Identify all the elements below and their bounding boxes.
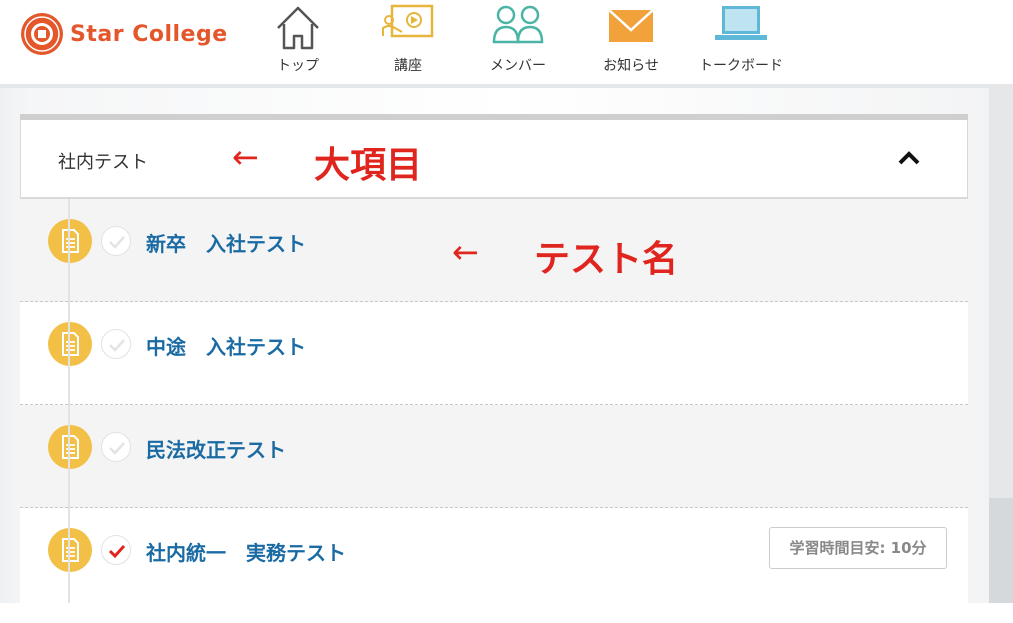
check-icon-completed xyxy=(101,535,131,565)
check-icon xyxy=(101,329,131,359)
nav-label: トップ xyxy=(277,58,319,74)
nav-label: トークボード xyxy=(699,58,783,74)
annotation-arrow: ← xyxy=(452,233,479,271)
test-title-link[interactable]: 民法改正テスト xyxy=(146,434,286,463)
nav-label: お知らせ xyxy=(603,58,659,74)
nav-item-members[interactable]: メンバー xyxy=(463,0,573,84)
check-icon xyxy=(101,226,131,256)
timeline-line xyxy=(68,199,70,603)
document-icon xyxy=(48,425,92,469)
logo-seal-icon xyxy=(21,13,63,55)
list-item[interactable]: 新卒 入社テスト xyxy=(20,199,968,302)
home-icon xyxy=(277,6,319,50)
nav-label: 講座 xyxy=(394,58,422,74)
header-divider xyxy=(0,84,1000,88)
document-icon xyxy=(48,322,92,366)
check-icon xyxy=(101,432,131,462)
annotation-label: テスト名 xyxy=(534,239,679,280)
list-item[interactable]: 社内統一 実務テスト 学習時間目安: 10分 xyxy=(20,508,968,603)
section-title: 社内テスト xyxy=(58,152,148,173)
bottom-margin xyxy=(0,603,1013,623)
test-title-link[interactable]: 中途 入社テスト xyxy=(146,331,306,360)
nav-item-talkboard[interactable]: トークボード xyxy=(686,0,796,84)
logo[interactable]: Star College xyxy=(20,12,228,56)
logo-text: Star College xyxy=(70,21,228,47)
annotation-label: 大項目 xyxy=(314,145,423,186)
presentation-board-icon xyxy=(382,4,434,38)
envelope-icon xyxy=(608,9,654,42)
list-item[interactable]: 中途 入社テスト xyxy=(20,302,968,405)
top-header: Star College トップ 講座 メンバー お知らせ トークボード xyxy=(0,0,1013,84)
document-icon xyxy=(48,528,92,572)
nav-label: メンバー xyxy=(490,58,546,74)
nav-item-top[interactable]: トップ xyxy=(243,0,353,84)
test-title-link[interactable]: 新卒 入社テスト xyxy=(146,228,306,257)
section-header[interactable]: 社内テスト xyxy=(20,120,968,199)
annotation-arrow: ← xyxy=(232,138,259,176)
members-icon xyxy=(492,5,544,44)
document-icon xyxy=(48,219,92,263)
nav-item-notices[interactable]: お知らせ xyxy=(576,0,686,84)
study-time-badge: 学習時間目安: 10分 xyxy=(769,527,947,569)
laptop-icon xyxy=(715,6,767,40)
list-item[interactable]: 民法改正テスト xyxy=(20,405,968,508)
nav-item-courses[interactable]: 講座 xyxy=(353,0,463,84)
chevron-up-icon[interactable] xyxy=(895,144,923,172)
test-title-link[interactable]: 社内統一 実務テスト xyxy=(146,537,346,566)
